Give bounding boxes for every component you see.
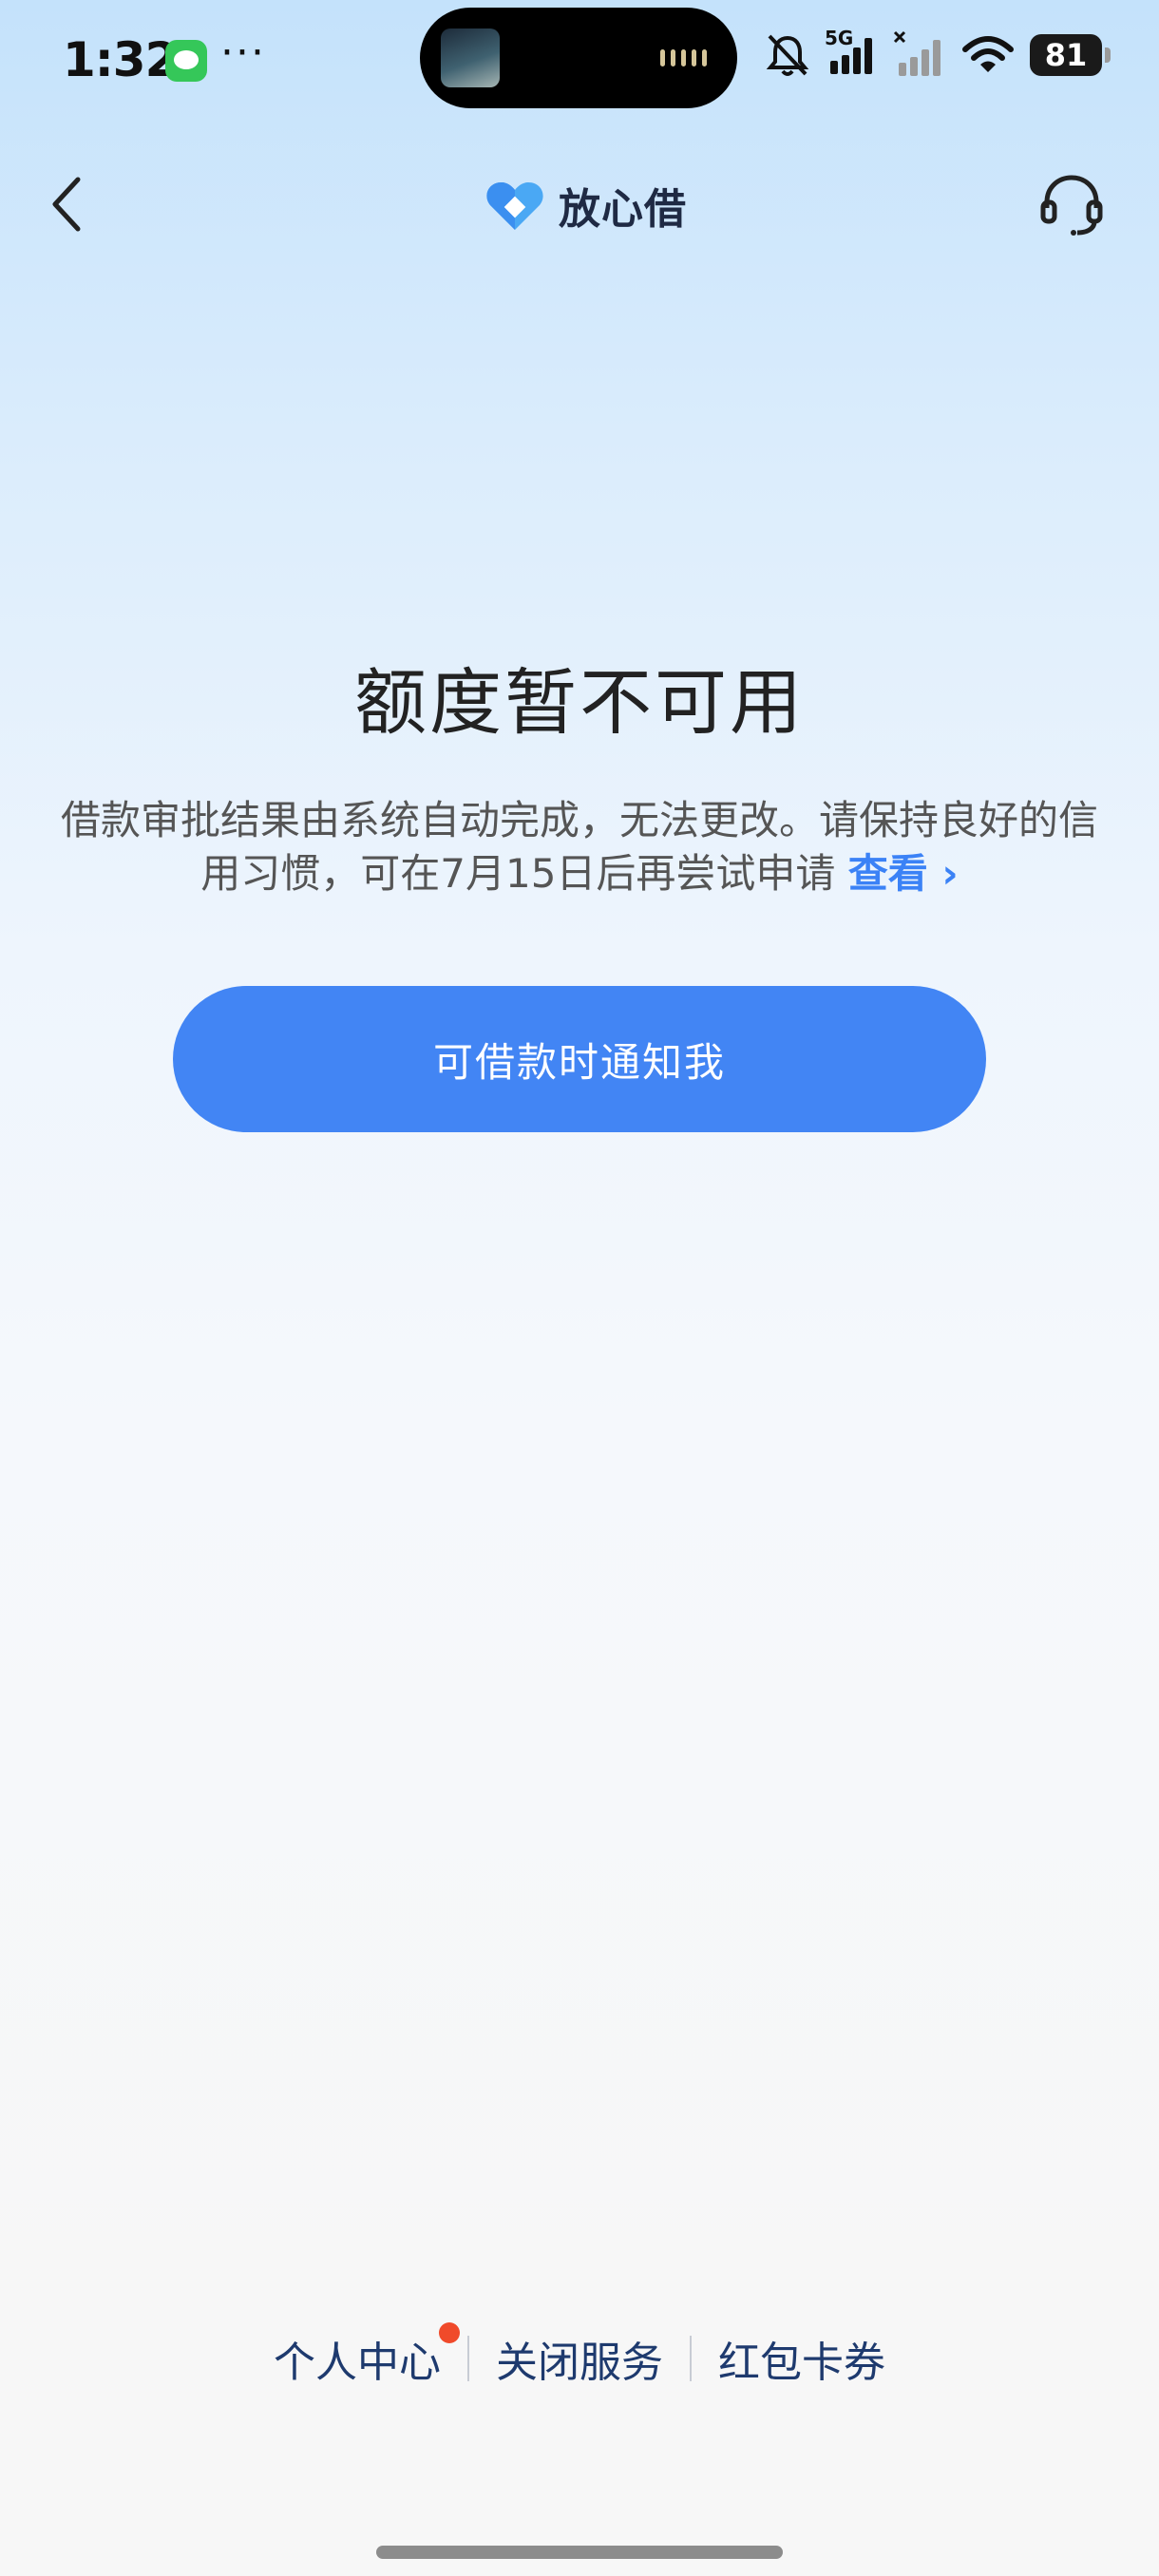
footer-links: 个人中心 关闭服务 红包卡券 xyxy=(0,2322,1159,2392)
nav-bar: 放心借 xyxy=(0,152,1159,256)
close-service-link[interactable]: 关闭服务 xyxy=(469,2328,690,2389)
bell-muted-icon xyxy=(766,34,809,76)
dynamic-island[interactable] xyxy=(420,8,737,108)
personal-center-link[interactable]: 个人中心 xyxy=(247,2322,467,2389)
brand-name: 放心借 xyxy=(559,185,687,234)
coupons-link[interactable]: 红包卡券 xyxy=(692,2328,912,2389)
back-chevron-icon xyxy=(52,177,81,232)
chevron-right-icon: › xyxy=(941,850,959,897)
notification-badge xyxy=(439,2322,460,2343)
audio-wave-icon xyxy=(660,49,707,66)
customer-service-button[interactable] xyxy=(1034,171,1110,239)
back-button[interactable] xyxy=(36,171,97,237)
message-icon xyxy=(165,40,207,82)
view-link-label: 查看 xyxy=(847,850,928,897)
notify-me-button[interactable]: 可借款时通知我 xyxy=(173,986,986,1132)
page-title: 额度暂不可用 xyxy=(354,660,805,745)
more-notifications-indicator: ··· xyxy=(220,28,266,77)
view-details-link[interactable]: 查看 › xyxy=(848,850,959,897)
status-time: 1:32 xyxy=(63,32,178,87)
wifi-icon xyxy=(962,36,1014,72)
status-bar: 1:32 ··· 5G 81 xyxy=(0,0,1159,118)
brand-logo-icon xyxy=(486,182,543,230)
headset-icon xyxy=(1040,175,1103,236)
battery-icon: 81 xyxy=(1030,34,1111,76)
signal-5g-icon: 5G xyxy=(825,27,878,78)
media-thumbnail xyxy=(441,28,500,87)
brand: 放心借 xyxy=(484,175,687,236)
home-indicator[interactable] xyxy=(376,2546,783,2559)
status-icons: 5G 81 xyxy=(766,27,1111,80)
personal-center-label: 个人中心 xyxy=(274,2339,441,2387)
status-description: 借款审批结果由系统自动完成，无法更改。请保持良好的信用习惯，可在7月15日后再尝… xyxy=(59,794,1100,900)
signal-no-service-icon xyxy=(893,30,940,76)
